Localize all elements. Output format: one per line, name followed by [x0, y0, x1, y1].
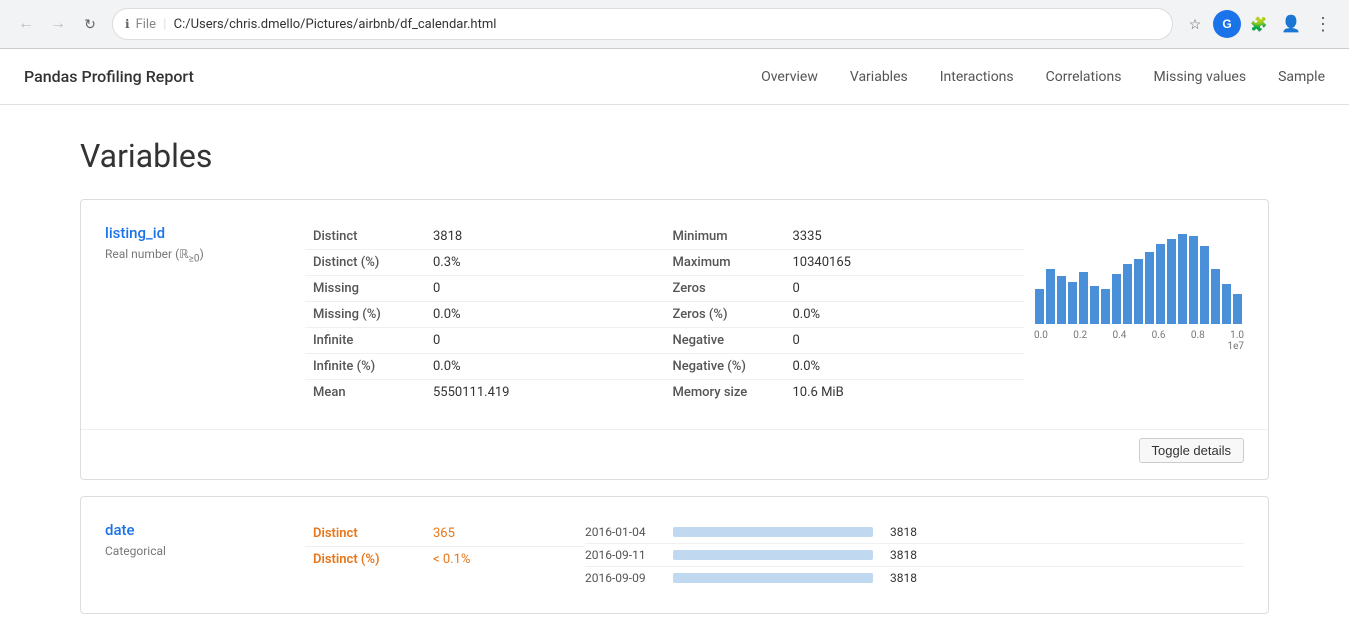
site-nav: Pandas Profiling Report Overview Variabl…: [0, 49, 1349, 105]
listing-id-right-table: Minimum3335 Maximum10340165 Zeros0 Zeros…: [665, 224, 1025, 405]
date-card-inner: date Categorical Distinct 365 Distinct (…: [81, 497, 1268, 613]
table-row: Zeros (%)0.0%: [665, 302, 1025, 328]
menu-button[interactable]: ⋮: [1309, 10, 1337, 38]
extension1-button[interactable]: G: [1213, 10, 1241, 38]
nav-buttons: ← → ↻: [12, 10, 104, 38]
listing-id-left-table: Distinct3818 Distinct (%)0.3% Missing0 M…: [305, 224, 665, 405]
list-item: 2016-09-11 3818: [585, 543, 1244, 566]
section-title: Variables: [80, 105, 1269, 199]
histogram-svg: [1034, 224, 1244, 324]
table-row: Missing (%)0.0%: [305, 302, 665, 328]
table-row: Infinite0: [305, 328, 665, 354]
date-bar-col: 2016-01-04 3818 2016-09-11 3818: [585, 521, 1244, 589]
date-bar-outer: [673, 527, 873, 537]
nav-variables[interactable]: Variables: [850, 65, 908, 89]
nav-correlations[interactable]: Correlations: [1046, 65, 1122, 89]
listing-id-name[interactable]: listing_id: [105, 224, 281, 242]
listing-id-histogram-col: 0.0 0.2 0.4 0.6 0.8 1.0 1e7: [1024, 224, 1244, 344]
browser-chrome: ← → ↻ ℹ File | C:/Users/chris.dmello/Pic…: [0, 0, 1349, 49]
table-row: Distinct (%)0.3%: [305, 250, 665, 276]
nav-interactions[interactable]: Interactions: [940, 65, 1014, 89]
reload-button[interactable]: ↻: [76, 10, 104, 38]
bookmark-button[interactable]: ☆: [1181, 10, 1209, 38]
listing-id-card: listing_id Real number (ℝ≥0) Distinct381…: [80, 199, 1269, 480]
date-bar-fill: [673, 527, 873, 537]
page-wrapper: Pandas Profiling Report Overview Variabl…: [0, 49, 1349, 627]
nav-sample[interactable]: Sample: [1278, 65, 1325, 89]
table-row: Memory size10.6 MiB: [665, 380, 1025, 406]
toggle-details-row: Toggle details: [81, 429, 1268, 479]
date-bar-outer: [673, 573, 873, 583]
table-row: Infinite (%)0.0%: [305, 354, 665, 380]
table-row: Negative0: [665, 328, 1025, 354]
table-row: Zeros0: [665, 276, 1025, 302]
listing-id-stats-right: Minimum3335 Maximum10340165 Zeros0 Zeros…: [665, 224, 1025, 405]
nav-overview[interactable]: Overview: [761, 65, 818, 89]
list-item: 2016-09-09 3818: [585, 566, 1244, 589]
date-card: date Categorical Distinct 365 Distinct (…: [80, 496, 1269, 614]
address-text: File | C:/Users/chris.dmello/Pictures/ai…: [136, 17, 1160, 32]
date-bar-fill: [673, 573, 873, 583]
date-bar-outer: [673, 550, 873, 560]
address-bar[interactable]: ℹ File | C:/Users/chris.dmello/Pictures/…: [112, 8, 1173, 40]
table-row: Mean5550111.419: [305, 380, 665, 406]
date-left-table: Distinct 365 Distinct (%) < 0.1%: [305, 521, 585, 572]
table-row: Distinct 365: [305, 521, 585, 547]
date-type: Categorical: [105, 544, 166, 558]
table-row: Minimum3335: [665, 224, 1025, 250]
profile-button[interactable]: 👤: [1277, 10, 1305, 38]
date-stats: Distinct 365 Distinct (%) < 0.1%: [305, 521, 585, 572]
date-name[interactable]: date: [105, 521, 281, 539]
table-row: Maximum10340165: [665, 250, 1025, 276]
listing-id-type: Real number (ℝ≥0): [105, 247, 204, 261]
browser-actions: ☆ G 🧩 👤 ⋮: [1181, 10, 1337, 38]
browser-toolbar: ← → ↻ ℹ File | C:/Users/chris.dmello/Pic…: [0, 0, 1349, 48]
listing-id-label-col: listing_id Real number (ℝ≥0): [105, 224, 305, 264]
nav-links: Overview Variables Interactions Correlat…: [761, 69, 1325, 85]
date-bar-fill: [673, 550, 873, 560]
histogram-scale: 1e7: [1034, 341, 1244, 352]
site-title: Pandas Profiling Report: [24, 67, 194, 86]
toggle-details-button[interactable]: Toggle details: [1139, 438, 1245, 463]
forward-button[interactable]: →: [44, 10, 72, 38]
date-label-col: date Categorical: [105, 521, 305, 559]
histogram-container: 0.0 0.2 0.4 0.6 0.8 1.0 1e7: [1034, 224, 1244, 344]
list-item: 2016-01-04 3818: [585, 521, 1244, 543]
table-row: Negative (%)0.0%: [665, 354, 1025, 380]
table-row: Missing0: [305, 276, 665, 302]
nav-missing-values[interactable]: Missing values: [1153, 65, 1246, 89]
table-row: Distinct (%) < 0.1%: [305, 547, 585, 573]
histogram-xaxis: 0.0 0.2 0.4 0.6 0.8 1.0: [1034, 330, 1244, 341]
table-row: Distinct3818: [305, 224, 665, 250]
listing-id-card-inner: listing_id Real number (ℝ≥0) Distinct381…: [81, 200, 1268, 429]
date-bars: 2016-01-04 3818 2016-09-11 3818: [585, 521, 1244, 589]
back-button[interactable]: ←: [12, 10, 40, 38]
extension2-button[interactable]: 🧩: [1245, 10, 1273, 38]
info-icon: ℹ: [125, 17, 130, 31]
listing-id-stats-left: Distinct3818 Distinct (%)0.3% Missing0 M…: [305, 224, 665, 405]
main-content: Variables listing_id Real number (ℝ≥0) D…: [0, 105, 1349, 627]
